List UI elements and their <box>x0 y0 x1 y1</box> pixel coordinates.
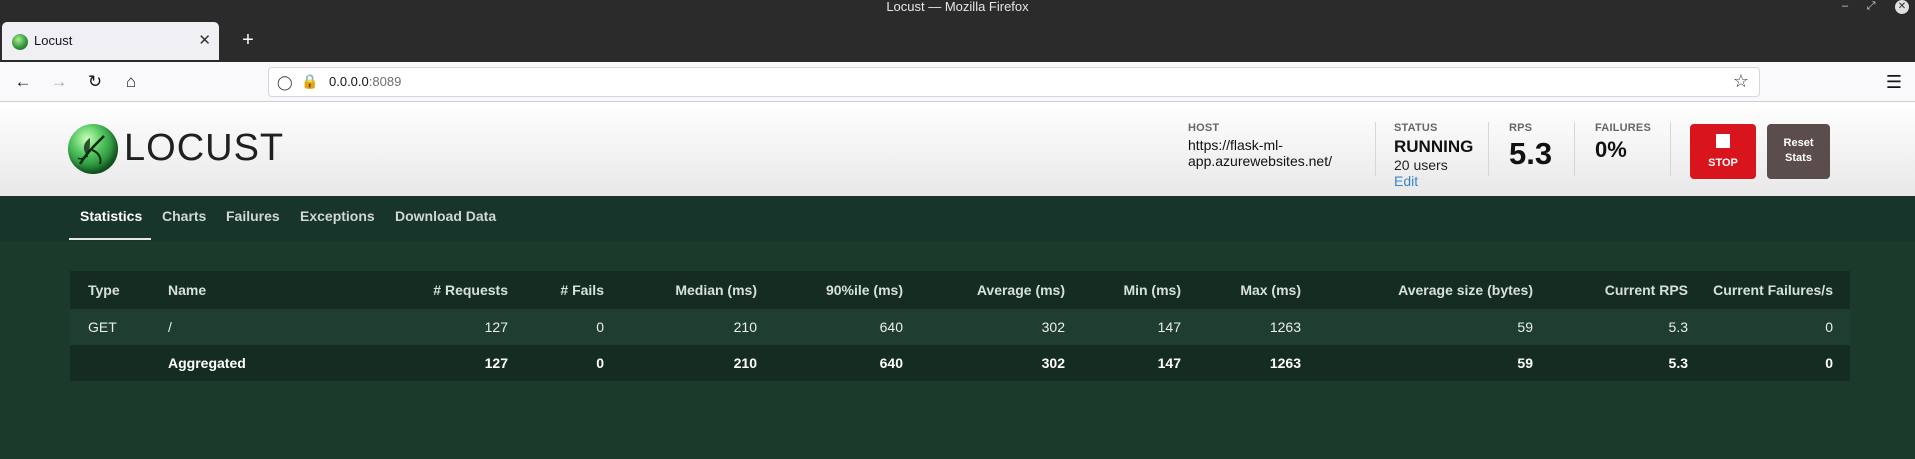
rps-stat: RPS 5.3 <box>1509 122 1552 172</box>
divider <box>1488 122 1489 176</box>
stop-square-icon <box>1716 134 1730 148</box>
cell-requests: 127 <box>484 355 508 371</box>
window-title: Locust — Mozilla Firefox <box>886 0 1029 14</box>
window-close-icon[interactable]: ✕ <box>1895 0 1909 14</box>
minimize-icon[interactable]: – <box>1836 0 1854 14</box>
host-stat: HOST https://flask-ml- app.azurewebsites… <box>1188 122 1332 169</box>
tab-download-data[interactable]: Download Data <box>395 208 496 224</box>
tab-failures[interactable]: Failures <box>226 208 280 224</box>
host-label: HOST <box>1188 122 1220 134</box>
reload-icon[interactable]: ↻ <box>82 69 108 95</box>
back-arrow-icon[interactable]: ← <box>10 69 36 95</box>
header-type[interactable]: Type <box>88 271 120 309</box>
header-max[interactable]: Max (ms) <box>1240 271 1301 309</box>
locust-logo-text: LOCUST <box>124 127 285 169</box>
cell-min: 147 <box>1157 319 1181 335</box>
forward-arrow-icon[interactable]: → <box>46 69 72 95</box>
header-median[interactable]: Median (ms) <box>675 271 757 309</box>
cell-current-failures: 0 <box>1825 319 1833 335</box>
locust-logo-icon <box>68 124 118 174</box>
header-current-failures[interactable]: Current Failures/s <box>1713 271 1833 309</box>
header-avg-size[interactable]: Average size (bytes) <box>1398 271 1533 309</box>
user-count: 20 users <box>1394 157 1448 173</box>
cell-avg-size: 59 <box>1517 355 1533 371</box>
cell-type: GET <box>88 319 117 335</box>
url-port: :8089 <box>368 74 402 89</box>
tab-charts[interactable]: Charts <box>162 208 206 224</box>
active-tab-indicator <box>69 238 151 240</box>
cell-average: 302 <box>1041 355 1065 371</box>
divider <box>1574 122 1575 176</box>
tab-exceptions[interactable]: Exceptions <box>300 208 375 224</box>
reset-label-line2: Stats <box>1785 152 1812 164</box>
cell-median: 210 <box>733 319 757 335</box>
reset-label-line1: Reset <box>1783 137 1814 149</box>
reset-stats-button[interactable]: Reset Stats <box>1767 124 1830 179</box>
cell-min: 147 <box>1157 355 1181 371</box>
browser-navbar: ← → ↻ ⌂ ◯ 🔒 0.0.0.0:8089 ☆ ☰ <box>0 62 1915 102</box>
aggregated-row: Aggregated 127 0 210 640 302 147 1263 59… <box>70 345 1850 381</box>
tab-close-icon[interactable]: ✕ <box>198 22 211 60</box>
failures-label: FAILURES <box>1595 122 1651 134</box>
stop-button[interactable]: STOP <box>1690 124 1756 179</box>
status-label: STATUS <box>1394 122 1438 134</box>
url-host: 0.0.0.0 <box>329 74 369 89</box>
insecure-lock-icon[interactable]: 🔒 <box>301 73 318 90</box>
locust-tabs: Statistics Charts Failures Exceptions Do… <box>0 196 1915 241</box>
header-requests[interactable]: # Requests <box>433 271 508 309</box>
statistics-panel: Type Name # Requests # Fails Median (ms)… <box>0 241 1915 459</box>
new-tab-plus-icon[interactable]: + <box>236 28 260 52</box>
cell-current-failures: 0 <box>1825 355 1833 371</box>
cell-fails: 0 <box>596 355 604 371</box>
header-fails[interactable]: # Fails <box>560 271 604 309</box>
cell-90ile: 640 <box>879 355 903 371</box>
header-90ile[interactable]: 90%ile (ms) <box>826 271 903 309</box>
header-min[interactable]: Min (ms) <box>1123 271 1181 309</box>
cell-avg-size: 59 <box>1517 319 1533 335</box>
home-icon[interactable]: ⌂ <box>118 69 144 95</box>
cell-name: Aggregated <box>168 355 246 371</box>
divider <box>1375 122 1376 176</box>
cell-fails: 0 <box>596 319 604 335</box>
locust-header: LOCUST HOST https://flask-ml- app.azurew… <box>0 102 1915 196</box>
tracking-shield-icon[interactable]: ◯ <box>277 74 293 91</box>
edit-link[interactable]: Edit <box>1394 173 1473 189</box>
cell-median: 210 <box>733 355 757 371</box>
tab-title: Locust <box>34 33 73 48</box>
status-stat: STATUS RUNNING 20 users Edit <box>1394 122 1473 189</box>
divider <box>1670 122 1671 176</box>
maximize-icon[interactable]: ⤢ <box>1862 0 1880 14</box>
browser-tab-strip: Locust ✕ + <box>0 14 1915 62</box>
host-value-line2: app.azurewebsites.net/ <box>1188 153 1332 169</box>
rps-label: RPS <box>1509 122 1533 134</box>
host-value-line1: https://flask-ml- <box>1188 137 1283 153</box>
cell-requests: 127 <box>484 319 508 335</box>
status-value: RUNNING <box>1394 137 1474 156</box>
cell-max: 1263 <box>1269 319 1301 335</box>
cell-average: 302 <box>1041 319 1065 335</box>
stats-table: Type Name # Requests # Fails Median (ms)… <box>70 271 1850 381</box>
window-titlebar: Locust — Mozilla Firefox – ⤢ ✕ <box>0 0 1915 14</box>
table-row: GET / 127 0 210 640 302 147 1263 59 5.3 … <box>70 309 1850 345</box>
browser-tab[interactable]: Locust ✕ <box>2 22 219 60</box>
table-header-row: Type Name # Requests # Fails Median (ms)… <box>70 271 1850 309</box>
failures-stat: FAILURES 0% <box>1595 122 1651 163</box>
tab-statistics[interactable]: Statistics <box>80 208 142 224</box>
hamburger-menu-icon[interactable]: ☰ <box>1881 69 1907 95</box>
header-name[interactable]: Name <box>168 271 206 309</box>
stop-label: STOP <box>1708 157 1738 169</box>
cell-90ile: 640 <box>879 319 903 335</box>
url-text[interactable]: 0.0.0.0:8089 <box>329 68 401 96</box>
cell-max: 1263 <box>1269 355 1301 371</box>
rps-value: 5.3 <box>1509 136 1553 171</box>
locust-favicon-icon <box>12 34 28 50</box>
cell-current-rps: 5.3 <box>1668 355 1688 371</box>
header-current-rps[interactable]: Current RPS <box>1605 271 1688 309</box>
url-bar[interactable]: ◯ 🔒 0.0.0.0:8089 ☆ <box>268 67 1760 97</box>
header-average[interactable]: Average (ms) <box>977 271 1065 309</box>
cell-current-rps: 5.3 <box>1668 319 1688 335</box>
failures-value: 0% <box>1595 137 1627 162</box>
bookmark-star-icon[interactable]: ☆ <box>1733 71 1749 92</box>
cell-name: / <box>168 319 172 335</box>
